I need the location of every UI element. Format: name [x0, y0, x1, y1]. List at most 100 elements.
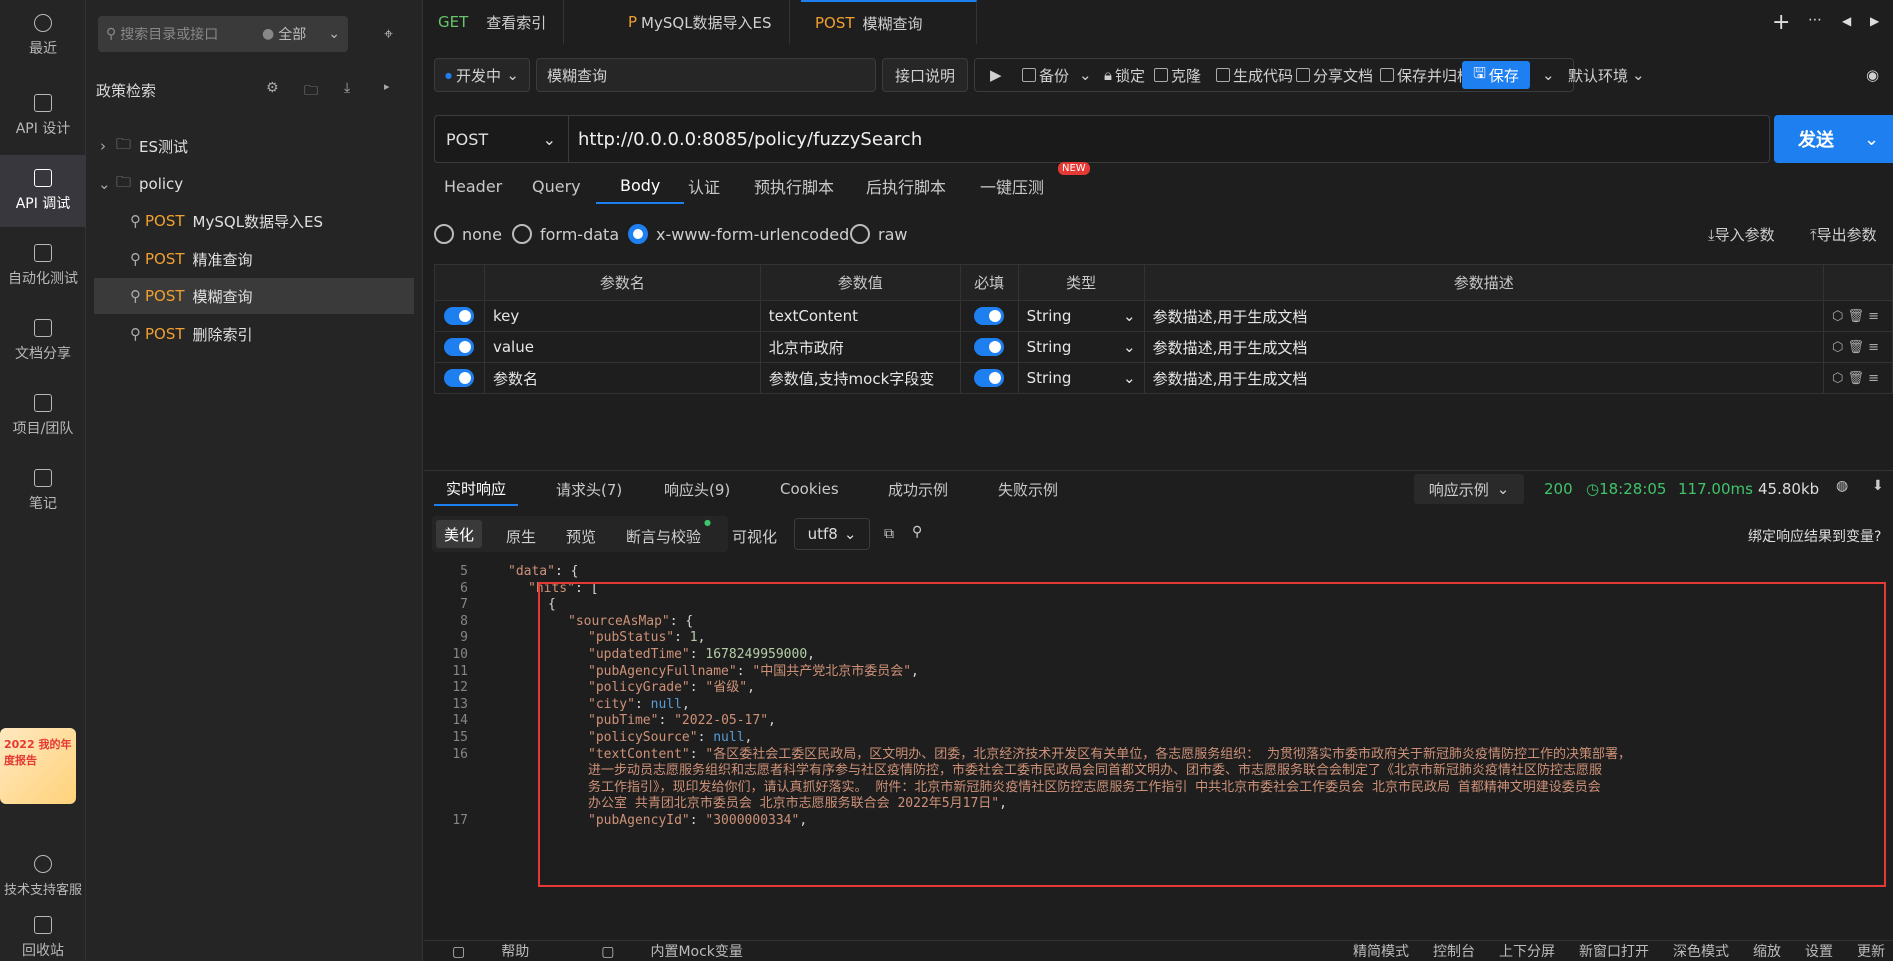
rail-doc-share[interactable]: 文档分享 — [0, 305, 86, 377]
enable-toggle[interactable] — [444, 307, 475, 326]
locate-icon[interactable]: ⌖ — [384, 24, 393, 44]
import-icon[interactable]: ⤓ — [344, 80, 350, 96]
api-doc-button[interactable]: 接口说明 — [882, 58, 968, 92]
required-toggle[interactable] — [974, 369, 1005, 388]
rail-recycle[interactable]: 回收站 — [0, 915, 86, 961]
enable-toggle[interactable] — [444, 369, 475, 388]
view-beautify[interactable]: 美化 — [436, 520, 483, 548]
param-desc[interactable]: 参数描述,用于生成文档 — [1143, 362, 1824, 394]
more-arrow-icon[interactable]: ▸ — [384, 80, 390, 93]
tab-request-headers[interactable]: 请求头(7) — [556, 472, 622, 506]
tab-fuzzy-search[interactable]: POST 模糊查询 — [801, 0, 977, 44]
tab-body[interactable]: Body — [596, 168, 685, 204]
status-select[interactable]: ● 开发中 ⌄ — [434, 58, 530, 92]
tab-cookies[interactable]: Cookies — [780, 472, 839, 506]
url-input[interactable]: http://0.0.0.0:8085/policy/fuzzySearch — [578, 115, 922, 163]
rail-automation[interactable]: 自动化测试 — [0, 230, 86, 302]
tab-stress-test[interactable]: 一键压测 — [980, 168, 1044, 204]
save-button[interactable]: 🖫 保存 — [1462, 61, 1530, 89]
add-tab-icon[interactable]: + — [1772, 10, 1790, 35]
method-select[interactable]: POST ⌄ — [446, 115, 556, 163]
view-visualize[interactable]: 可视化 — [732, 526, 777, 547]
type-select[interactable]: String ⌄ — [1017, 331, 1145, 363]
tab-post-script[interactable]: 后执行脚本 — [866, 168, 946, 204]
download-icon[interactable]: ⬇ — [1872, 478, 1884, 494]
tab-auth[interactable]: 认证 — [688, 168, 720, 204]
tree-item[interactable]: ⚲ POST 删除索引 — [94, 316, 414, 352]
param-desc[interactable]: 参数描述,用于生成文档 — [1143, 300, 1824, 332]
tree-item-selected[interactable]: ⚲ POST 模糊查询 — [94, 278, 414, 314]
view-preview[interactable]: 预览 — [566, 526, 596, 547]
env-select[interactable]: 默认环境 ⌄ — [1568, 58, 1645, 92]
tab-success-example[interactable]: 成功示例 — [888, 472, 948, 506]
tree-item[interactable]: ⚲ POST 精准查询 — [94, 241, 414, 277]
body-type-none[interactable]: none — [434, 224, 502, 244]
help-link[interactable]: ▢ 帮助 — [452, 941, 565, 961]
param-name[interactable]: value — [483, 331, 761, 363]
scope-select[interactable]: ● 全部 ⌄ — [262, 24, 340, 44]
footer-console[interactable]: 控制台 — [1433, 941, 1475, 961]
lock-button[interactable]: 🔒︎ 锁定 — [1104, 58, 1145, 92]
tab-get-index[interactable]: GET 查看索引 — [424, 0, 564, 44]
row-actions[interactable]: ⬡ 🗑 ≡ — [1822, 331, 1893, 363]
required-toggle[interactable] — [974, 338, 1005, 357]
tree-item[interactable]: ⚲ POST MySQL数据导入ES — [94, 203, 414, 239]
tab-mysql-import[interactable]: P MySQL数据导入ES — [614, 0, 790, 44]
row-actions[interactable]: ⬡ 🗑 ≡ — [1822, 362, 1893, 394]
footer-zoom[interactable]: 缩放 — [1753, 941, 1781, 961]
run-icon[interactable]: ▶ — [990, 58, 1002, 92]
param-value[interactable]: textContent — [759, 300, 961, 332]
encoding-select[interactable]: utf8 ⌄ — [794, 518, 870, 550]
tab-header[interactable]: Header — [444, 168, 502, 204]
body-type-raw[interactable]: raw — [850, 224, 907, 244]
enable-toggle[interactable] — [444, 338, 475, 357]
folder-policy[interactable]: ⌄ 🗀 policy — [94, 166, 414, 202]
add-api-icon[interactable]: ⚙ — [266, 80, 279, 96]
example-select[interactable]: 响应示例 ⌄ — [1414, 474, 1524, 504]
param-name[interactable]: key — [483, 300, 761, 332]
tab-pre-script[interactable]: 预执行脚本 — [754, 168, 834, 204]
rail-notes[interactable]: 笔记 — [0, 455, 86, 527]
rail-api-debug[interactable]: API 调试 — [0, 155, 86, 227]
arrow-right-icon[interactable]: ▶ — [1870, 14, 1879, 28]
type-select[interactable]: String ⌄ — [1017, 300, 1145, 332]
api-name-input[interactable]: 模糊查询 — [536, 58, 876, 92]
footer-update[interactable]: 更新 — [1857, 941, 1885, 961]
footer-split[interactable]: 上下分屏 — [1499, 941, 1555, 961]
folder-es-test[interactable]: › 🗀 ES测试 — [94, 128, 414, 164]
mock-vars-link[interactable]: ▢ 内置Mock变量 — [601, 941, 779, 961]
required-toggle[interactable] — [974, 307, 1005, 326]
send-button[interactable]: 发送 ⌄ — [1774, 115, 1893, 163]
rail-support[interactable]: 技术支持客服 — [0, 840, 86, 912]
type-select[interactable]: String ⌄ — [1017, 362, 1145, 394]
param-name[interactable]: 参数名 — [483, 362, 761, 394]
bind-response-link[interactable]: 绑定响应结果到变量? — [1748, 526, 1881, 546]
backup-button[interactable]: 备份 ⌄ — [1022, 58, 1092, 92]
footer-settings[interactable]: 设置 — [1805, 941, 1833, 961]
row-actions[interactable]: ⬡ 🗑 ≡ — [1822, 300, 1893, 332]
body-type-urlencoded[interactable]: x-www-form-urlencoded — [628, 224, 849, 244]
tab-query[interactable]: Query — [532, 168, 581, 204]
arrow-left-icon[interactable]: ◀ — [1842, 14, 1851, 28]
save-more-chevron[interactable]: ⌄ — [1542, 58, 1555, 92]
param-desc[interactable]: 参数描述,用于生成文档 — [1143, 331, 1824, 363]
tab-live-response[interactable]: 实时响应 — [434, 472, 519, 506]
promo-badge[interactable]: 2022 我的年度报告 — [0, 728, 76, 804]
eye-icon[interactable]: ◉ — [1866, 58, 1879, 92]
add-folder-icon[interactable]: 🗀 — [304, 80, 318, 104]
param-value[interactable]: 北京市政府 — [759, 331, 961, 363]
save-archive-button[interactable]: 保存并归档 — [1380, 58, 1472, 92]
view-assert[interactable]: 断言与校验 — [626, 526, 701, 547]
param-value[interactable]: 参数值,支持mock字段变 — [759, 362, 961, 394]
rail-recent[interactable]: 最近 — [0, 0, 86, 72]
globe-icon[interactable]: ◍ — [1836, 478, 1848, 494]
copy-icon[interactable]: ⧉ — [884, 526, 894, 542]
search-icon[interactable]: ⚲ — [912, 524, 922, 540]
body-type-form-data[interactable]: form-data — [512, 224, 619, 244]
clone-button[interactable]: 克隆 — [1154, 58, 1201, 92]
gen-code-button[interactable]: 生成代码 — [1216, 58, 1293, 92]
view-raw[interactable]: 原生 — [506, 526, 536, 547]
share-doc-button[interactable]: 分享文档 — [1296, 58, 1373, 92]
more-icon[interactable]: ⋯ — [1808, 12, 1822, 28]
footer-new-window[interactable]: 新窗口打开 — [1579, 941, 1649, 961]
